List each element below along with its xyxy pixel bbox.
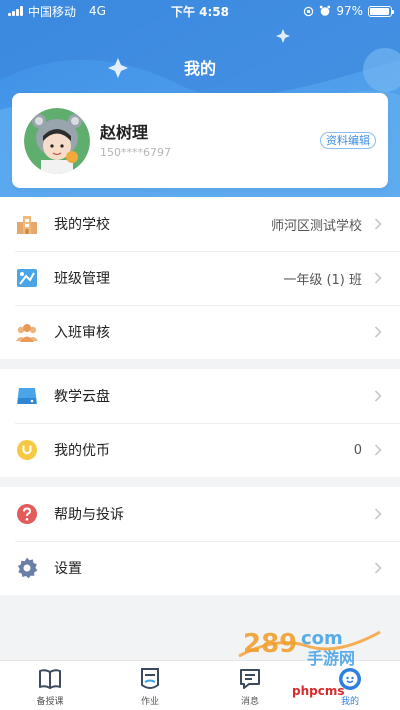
menu-item-my-coins[interactable]: 我的优币 0	[0, 423, 400, 477]
chevron-right-icon	[368, 268, 388, 288]
chevron-right-icon	[368, 440, 388, 460]
alarm-icon	[320, 5, 331, 16]
menu-label: 入班审核	[54, 325, 110, 341]
menu-group-school: 我的学校 师河区测试学校 班级管理 一年级 (1) 班 入班审核	[0, 197, 400, 359]
menu-item-cloud-drive[interactable]: 教学云盘	[0, 369, 400, 423]
avatar[interactable]	[24, 108, 90, 174]
chevron-right-icon	[368, 214, 388, 234]
coin-balance-value: 0	[353, 442, 362, 458]
menu-group-support: 帮助与投诉 设置	[0, 487, 400, 595]
menu-item-help-complaint[interactable]: 帮助与投诉	[0, 487, 400, 541]
menu-label: 帮助与投诉	[54, 507, 124, 523]
chevron-right-icon	[368, 504, 388, 524]
network-type: 4G	[89, 4, 106, 18]
watermark-text: phpcms	[292, 684, 345, 698]
school-name-value: 师河区测试学校	[270, 218, 362, 234]
help-icon	[15, 502, 39, 526]
homework-icon	[138, 667, 162, 691]
class-management-icon	[15, 266, 39, 290]
menu-label: 我的学校	[54, 217, 110, 233]
orientation-lock-icon	[304, 6, 314, 16]
svg-text:com: com	[301, 628, 343, 649]
menu-item-settings[interactable]: 设置	[0, 541, 400, 595]
battery-icon	[368, 5, 394, 17]
signal-strength-icon	[8, 6, 23, 16]
message-icon	[238, 667, 262, 691]
menu-label: 我的优币	[54, 443, 110, 459]
menu-label: 班级管理	[54, 271, 110, 287]
chevron-right-icon	[368, 322, 388, 342]
chevron-right-icon	[368, 386, 388, 406]
cloud-drive-icon	[15, 384, 39, 408]
menu-label: 设置	[54, 561, 82, 577]
status-bar: 中国移动 4G 下午 4:58 97%	[0, 0, 400, 22]
profile-card[interactable]: 赵树理 150****6797 资料编辑	[12, 93, 388, 188]
class-name-value: 一年级 (1) 班	[283, 272, 362, 288]
menu-label: 教学云盘	[54, 389, 110, 405]
coin-icon	[15, 438, 39, 462]
tab-label: 作业	[140, 697, 159, 707]
tab-label: 消息	[240, 697, 259, 707]
svg-text:289: 289	[243, 629, 297, 659]
tab-lesson-prep[interactable]: 备授课	[0, 661, 100, 710]
tab-homework[interactable]: 作业	[100, 661, 200, 710]
user-name: 赵树理	[100, 123, 149, 142]
battery-percent: 97%	[336, 4, 363, 18]
menu-item-class-management[interactable]: 班级管理 一年级 (1) 班	[0, 251, 400, 305]
group-review-icon	[15, 320, 39, 344]
settings-gear-icon	[15, 556, 39, 580]
user-phone: 150****6797	[100, 146, 171, 159]
menu-group-resources: 教学云盘 我的优币 0	[0, 369, 400, 477]
menu-item-my-school[interactable]: 我的学校 师河区测试学校	[0, 197, 400, 251]
page-title: 我的	[183, 59, 216, 78]
menu-item-join-review[interactable]: 入班审核	[0, 305, 400, 359]
edit-profile-button[interactable]: 资料编辑	[320, 132, 376, 149]
school-building-icon	[15, 212, 39, 236]
tab-label: 备授课	[36, 697, 64, 707]
chevron-right-icon	[368, 558, 388, 578]
book-icon	[38, 667, 62, 691]
carrier-name: 中国移动	[28, 4, 77, 19]
tab-messages[interactable]: 消息	[200, 661, 300, 710]
